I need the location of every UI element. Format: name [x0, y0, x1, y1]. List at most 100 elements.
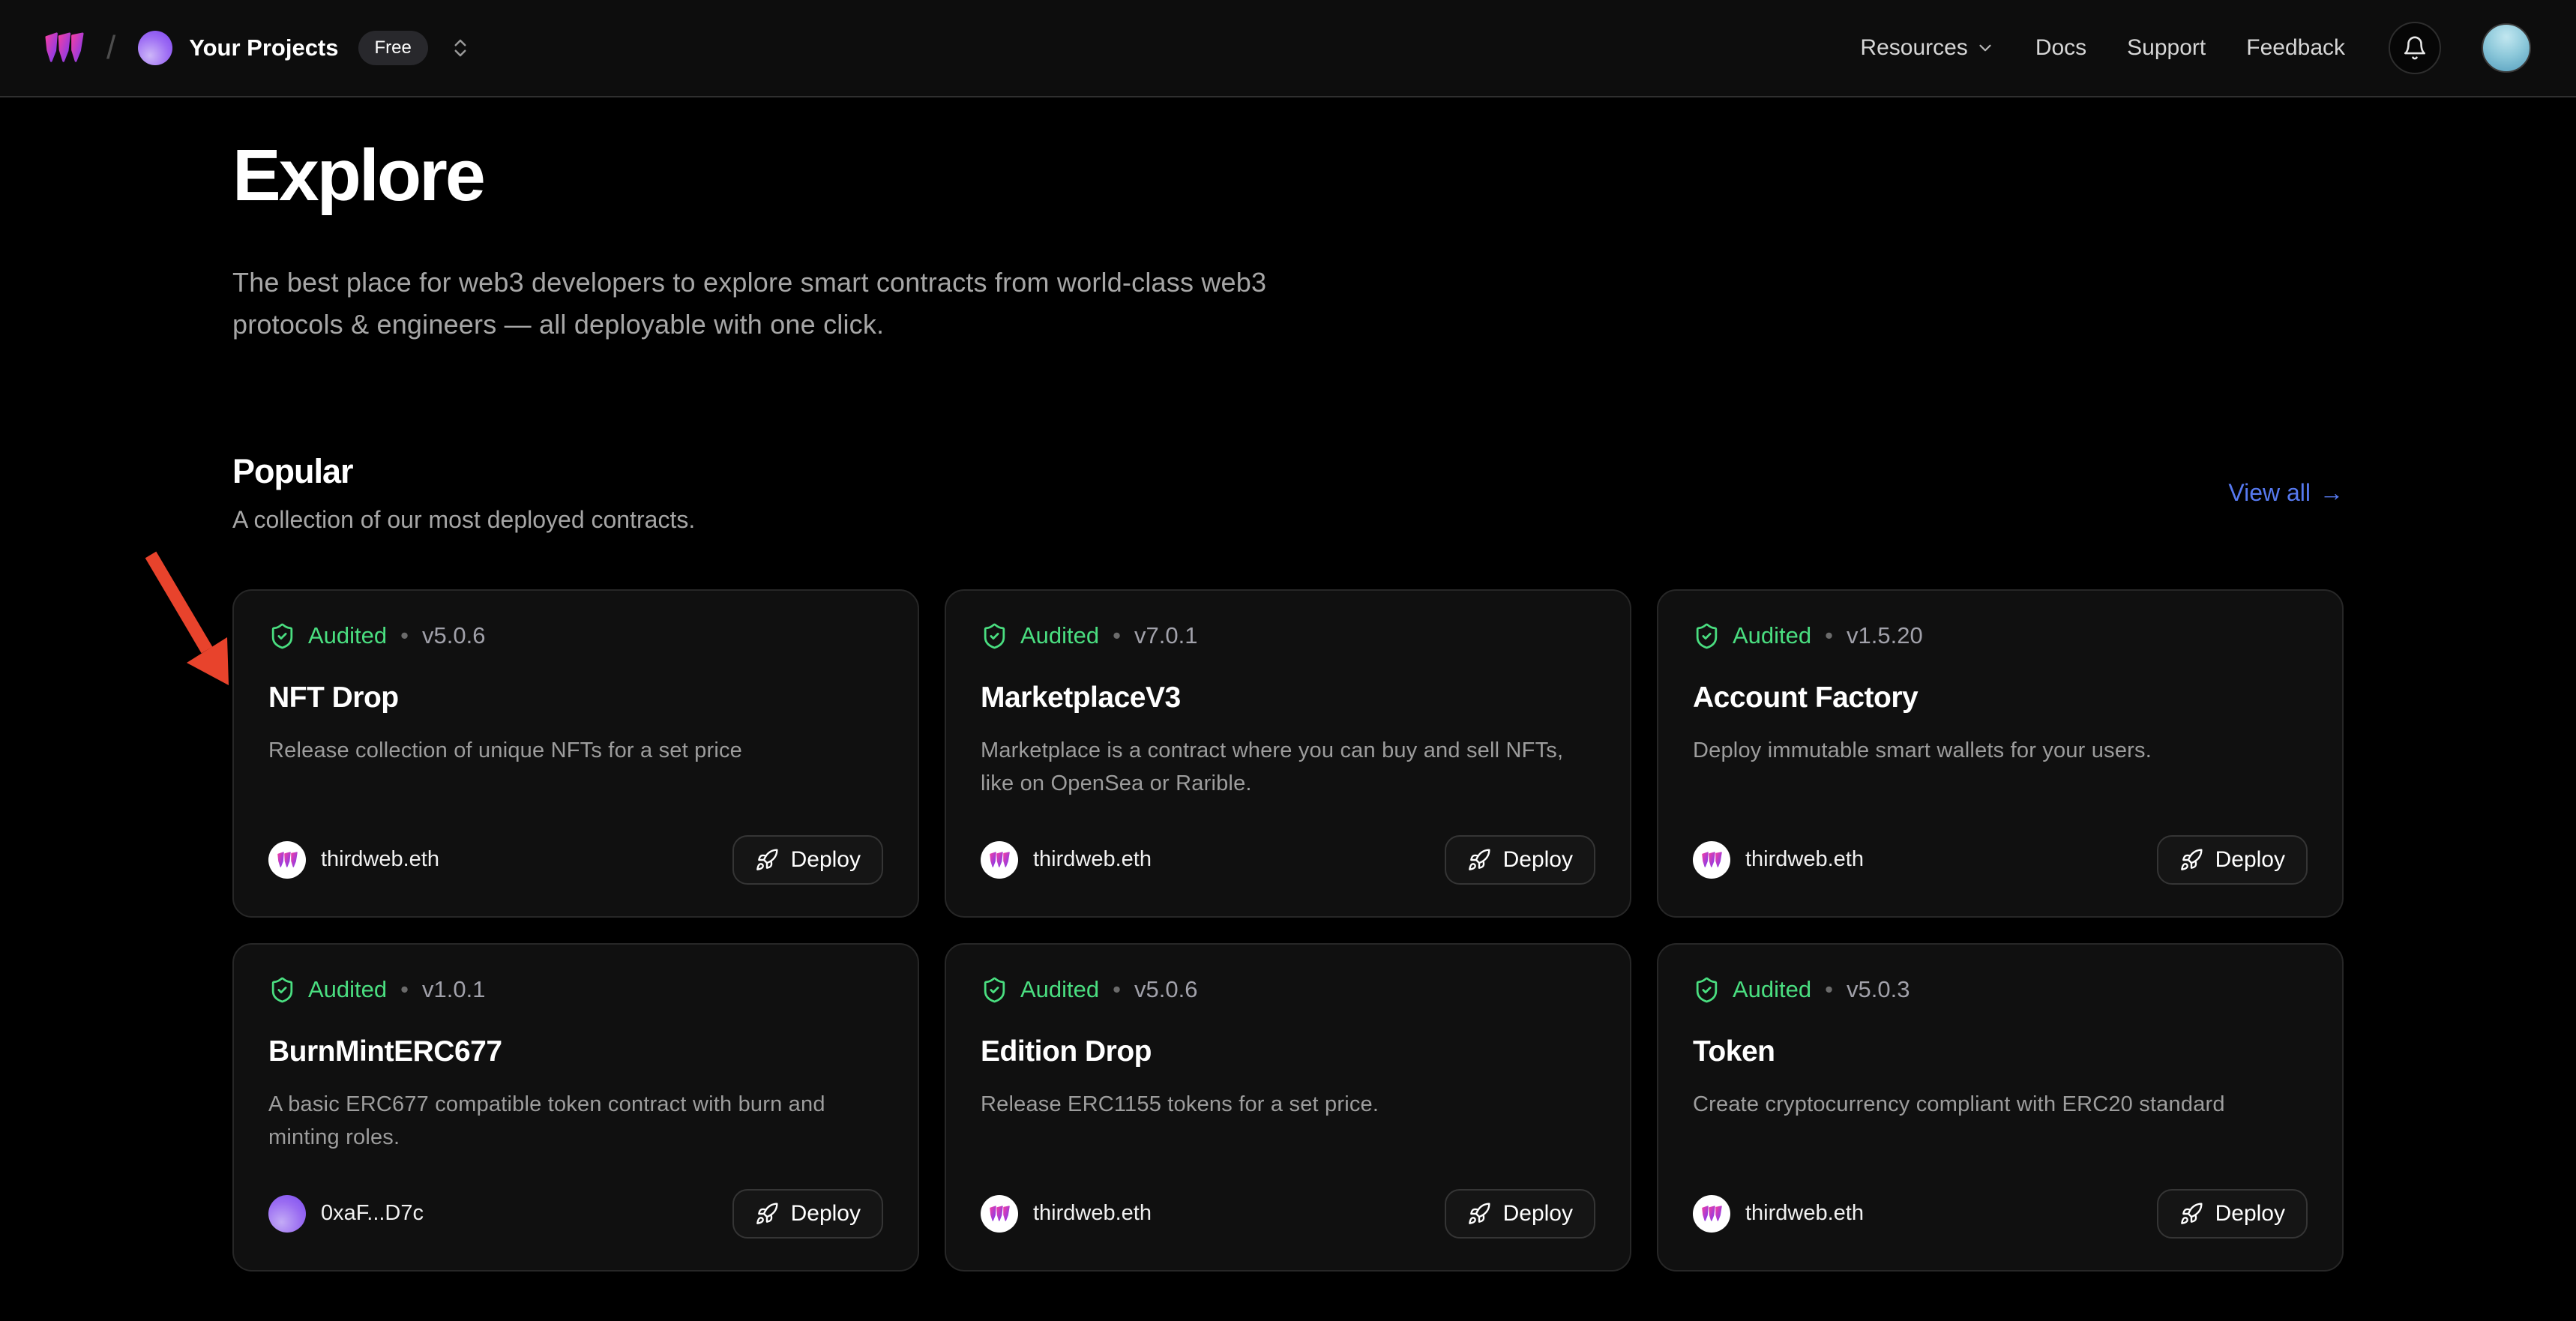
contract-title: Edition Drop: [981, 1035, 1595, 1068]
badge-row: Audited • v5.0.6: [981, 976, 1595, 1004]
deploy-label: Deploy: [1503, 1201, 1573, 1227]
contract-version: v7.0.1: [1134, 622, 1197, 649]
shield-check-icon: [981, 622, 1008, 650]
plan-badge: Free: [358, 31, 428, 65]
audited-badge: Audited: [1020, 622, 1099, 649]
deploy-button[interactable]: Deploy: [732, 1189, 883, 1239]
view-all-link[interactable]: View all →: [2228, 479, 2344, 507]
rocket-icon: [1467, 1202, 1491, 1226]
contract-description: Deploy immutable smart wallets for your …: [1693, 734, 2308, 767]
badge-row: Audited • v5.0.3: [1693, 976, 2308, 1004]
shield-check-icon: [981, 976, 1008, 1004]
badge-row: Audited • v7.0.1: [981, 622, 1595, 650]
popular-section-header: Popular A collection of our most deploye…: [232, 452, 2344, 534]
contract-version: v1.5.20: [1847, 622, 1923, 649]
audited-badge: Audited: [308, 622, 387, 649]
shield-check-icon: [1693, 622, 1721, 650]
deploy-button[interactable]: Deploy: [2157, 1189, 2308, 1239]
publisher-link[interactable]: 0xaF...D7c: [268, 1195, 424, 1233]
main-content: Explore The best place for web3 develope…: [232, 136, 2344, 1272]
contract-card-token[interactable]: Audited • v5.0.3 Token Create cryptocurr…: [1657, 943, 2344, 1272]
dot-separator: •: [1825, 622, 1833, 649]
audited-badge: Audited: [1020, 976, 1099, 1003]
nav-link-resources[interactable]: Resources: [1860, 35, 1994, 61]
page-title: Explore: [232, 136, 2344, 215]
thirdweb-logo[interactable]: [45, 31, 84, 64]
section-subtitle: A collection of our most deployed contra…: [232, 506, 695, 534]
nav-link-label: Resources: [1860, 35, 1967, 61]
rocket-icon: [755, 848, 779, 872]
audited-badge: Audited: [308, 976, 387, 1003]
account-avatar[interactable]: [2482, 23, 2531, 73]
chevron-down-icon: [1975, 38, 1995, 58]
arrow-right-icon: →: [2320, 479, 2344, 507]
publisher-name: 0xaF...D7c: [321, 1201, 424, 1226]
dot-separator: •: [400, 622, 409, 649]
publisher-link[interactable]: thirdweb.eth: [268, 841, 439, 879]
page-subtitle: The best place for web3 developers to ex…: [232, 262, 1349, 346]
deploy-label: Deploy: [2215, 1201, 2285, 1227]
contract-version: v5.0.6: [422, 622, 485, 649]
dot-separator: •: [400, 976, 409, 1003]
project-name[interactable]: Your Projects: [189, 34, 338, 61]
audited-badge: Audited: [1733, 976, 1811, 1003]
card-footer: 0xaF...D7c Deploy: [268, 1189, 883, 1239]
publisher-avatar-thirdweb: [268, 841, 306, 879]
contract-card-account-factory[interactable]: Audited • v1.5.20 Account Factory Deploy…: [1657, 589, 2344, 918]
publisher-link[interactable]: thirdweb.eth: [981, 841, 1152, 879]
badge-row: Audited • v1.5.20: [1693, 622, 2308, 650]
publisher-link[interactable]: thirdweb.eth: [1693, 1195, 1864, 1233]
nav-link-docs[interactable]: Docs: [2035, 35, 2086, 61]
deploy-label: Deploy: [791, 1201, 861, 1227]
contract-card-burnminterc677[interactable]: Audited • v1.0.1 BurnMintERC677 A basic …: [232, 943, 919, 1272]
contract-description: A basic ERC677 compatible token contract…: [268, 1088, 883, 1154]
contract-title: Token: [1693, 1035, 2308, 1068]
contract-description: Create cryptocurrency compliant with ERC…: [1693, 1088, 2308, 1121]
navbar-right: Resources Docs Support Feedback: [1860, 22, 2531, 74]
publisher-avatar-thirdweb: [1693, 1195, 1730, 1233]
publisher-avatar-thirdweb: [981, 1195, 1018, 1233]
deploy-label: Deploy: [791, 847, 861, 873]
deploy-label: Deploy: [2215, 847, 2285, 873]
publisher-avatar-thirdweb: [1693, 841, 1730, 879]
card-footer: thirdweb.eth Deploy: [268, 835, 883, 885]
popular-heading-block: Popular A collection of our most deploye…: [232, 452, 695, 534]
deploy-button[interactable]: Deploy: [1445, 835, 1595, 885]
shield-check-icon: [268, 976, 296, 1004]
dot-separator: •: [1825, 976, 1833, 1003]
view-all-label: View all: [2228, 479, 2311, 507]
contract-card-edition-drop[interactable]: Audited • v5.0.6 Edition Drop Release ER…: [945, 943, 1631, 1272]
deploy-label: Deploy: [1503, 847, 1573, 873]
contract-title: MarketplaceV3: [981, 681, 1595, 714]
contract-description: Marketplace is a contract where you can …: [981, 734, 1595, 800]
shield-check-icon: [1693, 976, 1721, 1004]
bell-icon: [2402, 35, 2428, 61]
deploy-button[interactable]: Deploy: [2157, 835, 2308, 885]
contract-version: v5.0.3: [1847, 976, 1910, 1003]
breadcrumb-separator: /: [106, 29, 115, 67]
dot-separator: •: [1113, 976, 1121, 1003]
card-footer: thirdweb.eth Deploy: [1693, 1189, 2308, 1239]
publisher-avatar-gradient: [268, 1195, 306, 1233]
top-navbar: / Your Projects Free Resources Docs Supp…: [0, 0, 2576, 97]
rocket-icon: [755, 1202, 779, 1226]
contract-card-nft-drop[interactable]: Audited • v5.0.6 NFT Drop Release collec…: [232, 589, 919, 918]
rocket-icon: [2179, 848, 2203, 872]
contract-card-marketplacev3[interactable]: Audited • v7.0.1 MarketplaceV3 Marketpla…: [945, 589, 1631, 918]
section-title: Popular: [232, 452, 695, 491]
deploy-button[interactable]: Deploy: [1445, 1189, 1595, 1239]
contract-description: Release ERC1155 tokens for a set price.: [981, 1088, 1595, 1121]
card-footer: thirdweb.eth Deploy: [1693, 835, 2308, 885]
publisher-link[interactable]: thirdweb.eth: [1693, 841, 1864, 879]
publisher-link[interactable]: thirdweb.eth: [981, 1195, 1152, 1233]
nav-link-support[interactable]: Support: [2127, 35, 2206, 61]
contracts-grid: Audited • v5.0.6 NFT Drop Release collec…: [232, 589, 2344, 1272]
deploy-button[interactable]: Deploy: [732, 835, 883, 885]
publisher-name: thirdweb.eth: [1745, 847, 1864, 872]
contract-title: Account Factory: [1693, 681, 2308, 714]
nav-link-feedback[interactable]: Feedback: [2246, 35, 2345, 61]
publisher-name: thirdweb.eth: [321, 847, 439, 872]
chevrons-up-down-icon[interactable]: [449, 37, 472, 59]
publisher-name: thirdweb.eth: [1033, 847, 1152, 872]
notifications-button[interactable]: [2389, 22, 2441, 74]
